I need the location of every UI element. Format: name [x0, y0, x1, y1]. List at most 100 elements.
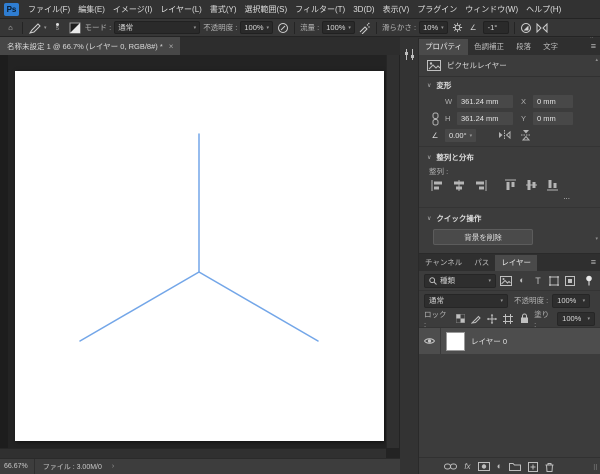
tab-paths[interactable]: パス: [468, 255, 495, 271]
filter-toggle-pin-icon[interactable]: [583, 275, 595, 286]
menu-window[interactable]: ウィンドウ(W): [461, 0, 522, 19]
menu-select[interactable]: 選択範囲(S): [241, 0, 292, 19]
vertical-scrollbar[interactable]: [386, 55, 399, 448]
smoothing-select[interactable]: 10% ▾: [419, 21, 448, 34]
align-right-icon[interactable]: [475, 179, 487, 191]
brush-settings-panel-toggle-icon[interactable]: [69, 21, 82, 35]
canvas[interactable]: [15, 71, 384, 441]
brush-angle-input[interactable]: -1°: [482, 21, 509, 34]
flow-select[interactable]: 100% ▾: [322, 21, 355, 34]
airbrush-icon[interactable]: [358, 21, 371, 35]
layer-visibility-toggle[interactable]: [419, 328, 441, 354]
brush-tool-icon[interactable]: [28, 21, 41, 35]
document-tab[interactable]: 名称未設定 1 @ 66.7% (レイヤー 0, RGB/8#) * ×: [0, 37, 181, 55]
menu-3d[interactable]: 3D(D): [349, 0, 378, 19]
panel-menu-icon[interactable]: ≡: [591, 41, 596, 51]
align-top-icon[interactable]: [505, 179, 516, 191]
tab-layers[interactable]: レイヤー: [495, 255, 538, 271]
adjustment-layer-icon[interactable]: ◐: [497, 462, 502, 471]
align-section-header[interactable]: ∨ 整列と分布: [419, 149, 600, 165]
opacity-select[interactable]: 100% ▾: [240, 21, 274, 34]
scroll-up-icon[interactable]: ▴: [595, 57, 598, 63]
align-more-button[interactable]: ...: [419, 193, 600, 205]
layer-style-icon[interactable]: fx: [464, 462, 470, 471]
delete-layer-icon[interactable]: [545, 462, 554, 472]
filter-type-layers-icon[interactable]: T: [532, 276, 544, 286]
flip-horizontal-icon[interactable]: [498, 129, 511, 142]
link-dimensions-icon[interactable]: [429, 112, 441, 126]
collapsed-panel-icon[interactable]: [400, 42, 418, 66]
remove-background-button[interactable]: 背景を削除: [433, 229, 533, 245]
layer-row-selected[interactable]: レイヤー 0: [419, 328, 600, 354]
lock-position-icon[interactable]: [486, 313, 498, 324]
menu-file[interactable]: ファイル(F): [24, 0, 74, 19]
filter-adjustment-layers-icon[interactable]: ◐: [516, 276, 528, 285]
lock-label: ロック :: [424, 309, 447, 329]
horizontal-scrollbar[interactable]: [0, 448, 386, 458]
home-icon[interactable]: ⌂: [4, 21, 17, 35]
right-dock: » プロパティ 色調補正 段落 文字 ≡ ピクセルレイヤー ∨: [400, 36, 600, 474]
lock-transparency-icon[interactable]: [455, 314, 467, 323]
flip-vertical-icon[interactable]: [521, 129, 533, 143]
filter-smart-objects-icon[interactable]: [564, 275, 576, 286]
lock-all-icon[interactable]: [518, 313, 530, 324]
menu-view[interactable]: 表示(V): [379, 0, 414, 19]
blend-mode-select[interactable]: 通常 ▾: [114, 21, 201, 34]
layer-thumbnail[interactable]: [446, 331, 465, 351]
status-expander-icon[interactable]: ›: [112, 463, 114, 470]
menu-type[interactable]: 書式(Y): [206, 0, 241, 19]
y-input[interactable]: 0 mm: [533, 112, 573, 125]
layer-filter-select[interactable]: 種類 ▾: [424, 273, 496, 288]
layer-mask-icon[interactable]: [477, 462, 490, 471]
resize-grip-icon[interactable]: ⠿: [593, 464, 598, 472]
transform-title: 変形: [436, 80, 452, 90]
menu-layer[interactable]: レイヤー(L): [156, 0, 206, 19]
x-input[interactable]: 0 mm: [533, 95, 573, 108]
tab-character[interactable]: 文字: [537, 39, 564, 55]
menu-plugins[interactable]: プラグイン: [413, 0, 461, 19]
pressure-opacity-icon[interactable]: [276, 21, 289, 35]
flow-label: 流量 :: [300, 23, 320, 32]
menu-edit[interactable]: 編集(E): [74, 0, 109, 19]
filter-pixel-layers-icon[interactable]: [500, 275, 512, 286]
menu-image[interactable]: イメージ(I): [109, 0, 156, 19]
link-layers-icon[interactable]: [444, 463, 458, 470]
paint-symmetry-icon[interactable]: [536, 21, 549, 35]
align-bottom-icon[interactable]: [547, 179, 558, 191]
quick-actions-header[interactable]: ∨ クイック操作: [419, 210, 600, 226]
transform-section-header[interactable]: ∨ 変形: [419, 77, 600, 93]
align-left-icon[interactable]: [431, 179, 443, 191]
panel-menu-icon[interactable]: ≡: [591, 257, 596, 267]
align-center-horizontal-icon[interactable]: [453, 179, 465, 191]
lock-artboard-icon[interactable]: [502, 313, 514, 324]
menu-help[interactable]: ヘルプ(H): [522, 0, 565, 19]
zoom-level-input[interactable]: 66.67%: [0, 459, 35, 474]
layer-name[interactable]: レイヤー 0: [471, 336, 507, 347]
new-group-icon[interactable]: [509, 462, 521, 471]
tool-preset-chevron-icon[interactable]: ▾: [44, 25, 47, 31]
layer-blend-mode-select[interactable]: 通常 ▾: [424, 293, 508, 308]
fill-select[interactable]: 100% ▾: [557, 311, 595, 326]
height-input[interactable]: 361.24 mm: [457, 112, 513, 125]
scroll-down-icon[interactable]: ▾: [595, 236, 598, 242]
rotation-select[interactable]: 0.00° ▾: [445, 129, 477, 142]
width-input[interactable]: 361.24 mm: [457, 95, 513, 108]
align-center-vertical-icon[interactable]: [526, 179, 537, 191]
tab-paragraph[interactable]: 段落: [510, 39, 537, 55]
new-layer-icon[interactable]: [528, 461, 538, 472]
properties-tab-bar: プロパティ 色調補正 段落 文字 ≡: [419, 38, 600, 55]
menu-filter[interactable]: フィルター(T): [291, 0, 349, 19]
brush-preset-picker[interactable]: 5: [50, 20, 66, 36]
chevron-down-icon: ∨: [427, 215, 432, 222]
rotation-value: 0.00°: [449, 131, 467, 140]
h-label: H: [445, 114, 451, 123]
lock-pixels-icon[interactable]: [470, 314, 482, 324]
layer-opacity-select[interactable]: 100% ▾: [552, 293, 591, 308]
pressure-size-icon[interactable]: [520, 21, 533, 35]
filter-shape-layers-icon[interactable]: [548, 275, 560, 286]
tab-adjustments[interactable]: 色調補正: [468, 39, 510, 55]
gear-icon[interactable]: [451, 21, 464, 35]
tab-channels[interactable]: チャンネル: [419, 255, 468, 271]
tab-properties[interactable]: プロパティ: [419, 39, 469, 55]
close-icon[interactable]: ×: [169, 42, 174, 51]
